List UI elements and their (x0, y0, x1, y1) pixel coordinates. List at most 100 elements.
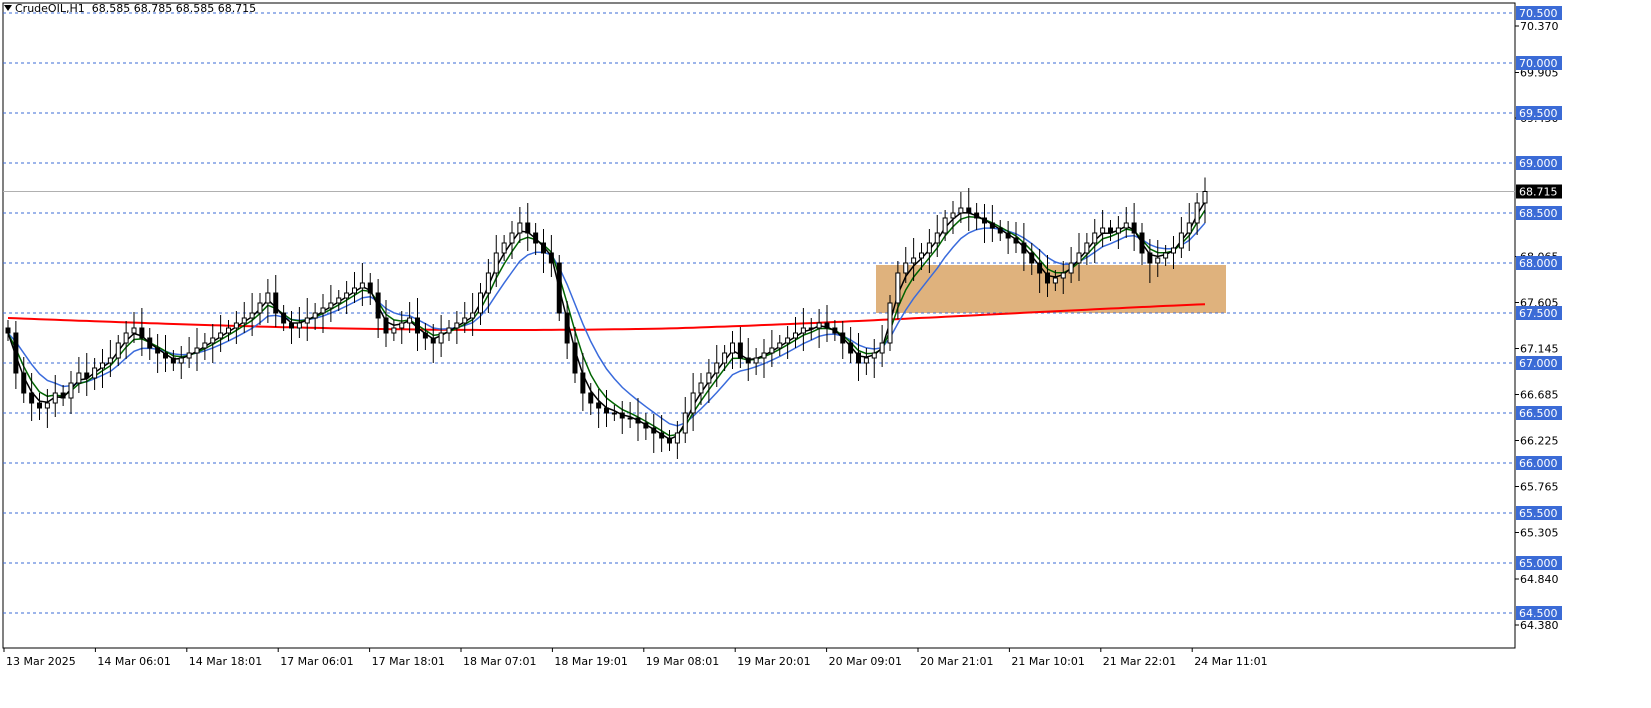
candle-bear (84, 372, 90, 379)
candle-bear (273, 292, 279, 314)
candle-bear (619, 412, 625, 419)
candle-bull (68, 382, 74, 399)
candle-bull (336, 297, 342, 304)
candle-bull (352, 287, 357, 294)
candle-bear (643, 422, 649, 429)
candle-bull (1171, 247, 1176, 254)
candle-bear (580, 372, 586, 394)
price-level-label: 66.500 (1519, 407, 1558, 420)
candle-bull (1068, 262, 1074, 274)
candle-bear (848, 342, 854, 354)
symbol-label: CrudeOIL,H1 (15, 2, 85, 15)
candle-bull (1155, 257, 1161, 264)
candle-bull (761, 352, 767, 359)
candle-bear (1131, 222, 1137, 234)
scale-tick-label: 70.370 (1520, 20, 1559, 33)
candle-bull (1115, 227, 1121, 234)
candle-bear (533, 232, 539, 244)
candle-bear (289, 322, 294, 329)
candle-bull (1163, 252, 1169, 259)
candle-bear (1139, 232, 1145, 254)
candle-bull (1076, 252, 1082, 264)
candle-bull (210, 337, 216, 344)
candle-bull (304, 317, 310, 324)
candle-bear (824, 322, 830, 329)
candle-bull (462, 317, 468, 324)
scale-tick-label: 64.380 (1520, 619, 1559, 632)
candle-bull (785, 337, 791, 344)
candle-bull (493, 252, 499, 274)
candle-bull (44, 402, 50, 409)
candle-bull (257, 302, 263, 314)
candle-bull (958, 207, 964, 214)
candle-bear (982, 217, 987, 224)
candle-bull (52, 392, 58, 404)
candle-bear (37, 402, 42, 409)
candle-bull (903, 262, 909, 274)
time-label: 21 Mar 10:01 (1011, 655, 1084, 668)
candle-bull (1092, 232, 1098, 244)
candle-bear (147, 337, 153, 349)
candle-bull (241, 317, 247, 324)
candle-bear (383, 317, 389, 334)
candle-bull (328, 302, 334, 309)
scale-tick-label: 64.840 (1520, 573, 1559, 586)
candle-bear (651, 427, 657, 434)
candle-bull (344, 292, 350, 299)
candle-bear (556, 262, 562, 314)
candle-bull (682, 412, 688, 434)
candle-bear (525, 222, 531, 234)
candle-bull (265, 292, 271, 304)
candle-bear (1013, 237, 1019, 244)
candle-bear (997, 227, 1003, 234)
price-chart-svg: 70.37069.90569.45068.06567.60567.14566.6… (2, 2, 1562, 668)
scale-tick-label: 66.685 (1520, 389, 1559, 402)
candle-bull (454, 322, 460, 329)
dropdown-triangle-icon[interactable] (4, 5, 12, 11)
candle-bear (966, 207, 972, 214)
time-label: 18 Mar 07:01 (463, 655, 536, 668)
candle-bull (690, 392, 696, 414)
candle-bear (375, 292, 381, 319)
candle-bull (131, 327, 137, 334)
candle-bull (233, 322, 239, 329)
candle-bull (186, 352, 192, 359)
candle-bull (816, 322, 822, 329)
candle-bear (667, 437, 672, 444)
candle-bull (1186, 222, 1192, 234)
candle-bear (548, 252, 554, 264)
candle-bull (919, 252, 924, 259)
candle-bear (572, 342, 578, 374)
scale-tick-label: 66.225 (1520, 435, 1559, 448)
time-label: 19 Mar 08:01 (646, 655, 719, 668)
chart: 70.37069.90569.45068.06567.60567.14566.6… (0, 0, 1651, 708)
candle-bear (1147, 252, 1153, 264)
candle-bull (226, 327, 231, 334)
candle-bull (509, 232, 515, 244)
candle-bear (541, 242, 546, 254)
price-level-label: 69.500 (1519, 107, 1558, 120)
candle-bull (296, 322, 302, 329)
price-level-label: 65.000 (1519, 557, 1558, 570)
candle-bull (1123, 222, 1129, 229)
candle-bull (611, 412, 617, 415)
candle-bull (391, 327, 397, 334)
candle-bear (1005, 232, 1011, 239)
time-label: 21 Mar 22:01 (1103, 655, 1176, 668)
candle-bear (974, 212, 980, 219)
candle-bear (170, 357, 176, 364)
candle-bear (840, 332, 846, 344)
price-level-label: 64.500 (1519, 607, 1558, 620)
candle-bull (178, 357, 184, 364)
candle-bull (879, 342, 885, 354)
candle-bull (887, 302, 893, 344)
candle-bull (674, 432, 680, 444)
candle-bull (202, 342, 208, 349)
candle-bear (832, 327, 838, 334)
candle-bear (1045, 272, 1050, 284)
candle-bear (422, 332, 428, 339)
candle-bull (934, 232, 940, 244)
candle-bull (123, 332, 129, 344)
candle-bull (942, 217, 948, 234)
candle-bull (1202, 191, 1208, 204)
